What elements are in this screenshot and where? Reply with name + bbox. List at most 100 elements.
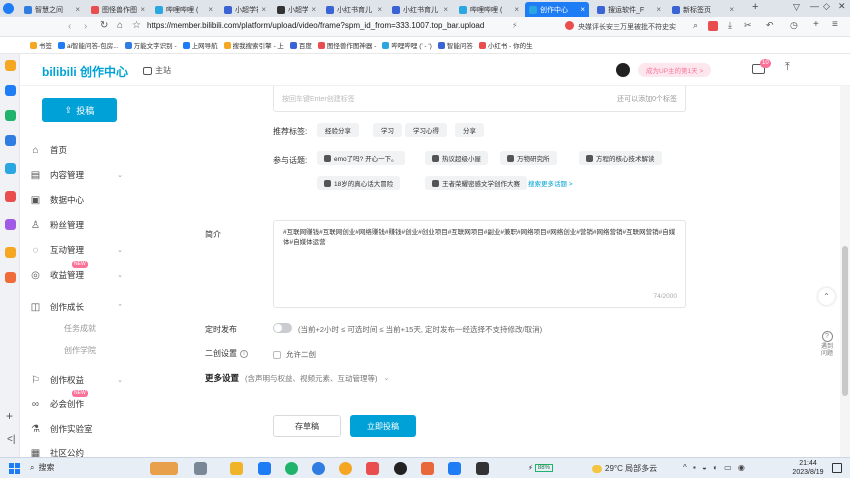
forward-icon[interactable]: › <box>84 21 87 32</box>
promo-pill[interactable]: 成为UP主的第1天 > <box>638 63 712 77</box>
save-draft-button[interactable]: 存草稿 <box>273 415 341 437</box>
sidebar-item[interactable]: ♙ 粉丝管理 <box>30 216 135 234</box>
browser-tab[interactable]: 哔哩哔哩 (× <box>455 2 523 17</box>
schedule-toggle[interactable] <box>273 323 292 333</box>
sidebar-subitem[interactable]: 任务成就 <box>64 323 96 334</box>
bookmark-item[interactable]: 搜我搜索引擎 - 上 <box>223 40 284 50</box>
more-settings-toggle[interactable]: 更多设置 (含声明与权益、视频元素、互动管理等) ⌄ <box>205 372 389 384</box>
sidebar-item[interactable]: ◌ 互动管理 ⌄ <box>30 241 135 259</box>
topic-chip[interactable]: 热议超级小屋 <box>425 151 488 165</box>
taskbar-app-icon[interactable] <box>339 462 352 475</box>
windows-start-icon[interactable] <box>9 463 20 474</box>
taskbar-app-icon[interactable] <box>476 462 489 475</box>
search-engine-icon[interactable] <box>565 21 574 30</box>
browser-logo-icon[interactable] <box>3 3 14 14</box>
maximize-button[interactable]: ◇ <box>823 1 830 12</box>
bookmark-item[interactable]: 百度 <box>289 40 312 50</box>
sidebar-item[interactable]: ⚐ 创作权益 ⌄ <box>30 371 135 389</box>
sidebar-item[interactable]: ⚗ 创作实验室 <box>30 420 135 438</box>
task-view-icon[interactable] <box>194 462 207 475</box>
browser-tab[interactable]: 智慧之间 × <box>20 2 84 17</box>
taskbar-app-icon[interactable] <box>421 462 434 475</box>
rail-add-icon[interactable]: + <box>6 409 13 423</box>
tab-close-icon[interactable]: × <box>75 5 80 14</box>
sidebar-item[interactable]: ∞ 必会创作 NEW <box>30 390 135 413</box>
bookmark-item[interactable]: 上网导航 <box>182 40 218 50</box>
home-browser-icon[interactable]: ⌂ <box>117 20 123 31</box>
bookmark-item[interactable]: 小红书 - 你的生 <box>478 40 533 50</box>
undo-icon[interactable]: ↶ <box>766 20 774 31</box>
history-icon[interactable]: ◷ <box>790 20 798 31</box>
taskbar-app-icon[interactable] <box>258 462 271 475</box>
browser-tab[interactable]: 小红书育儿 × <box>322 2 386 17</box>
battery-indicator[interactable]: ⚡ 88% <box>528 464 553 472</box>
browser-tab[interactable]: 新标签页 × <box>668 2 738 17</box>
url-field[interactable]: https://member.bilibili.com/platform/upl… <box>147 21 507 30</box>
rail-app-icon[interactable] <box>5 110 16 121</box>
sidebar-item[interactable]: ◫ 创作成长 ⌃ <box>30 298 135 316</box>
user-avatar[interactable] <box>616 63 630 77</box>
main-site-link[interactable]: 主站 <box>143 65 171 76</box>
intro-textarea[interactable]: #互联网赚钱#互联网创业#网络赚钱#赚钱#创业#创业项目#互联网项目#副业#兼职… <box>273 220 686 308</box>
tab-close-icon[interactable]: × <box>514 5 519 14</box>
taskbar-app-icon[interactable] <box>150 462 178 475</box>
bookmark-item[interactable]: 图怪兽作图神器 - <box>317 40 376 50</box>
taskbar-app-icon[interactable] <box>394 462 407 475</box>
scrollbar-thumb[interactable] <box>842 246 848 396</box>
topic-chip[interactable]: 万物研究所 <box>500 151 557 165</box>
reload-icon[interactable]: ↻ <box>100 20 108 31</box>
tab-close-icon[interactable]: × <box>140 5 145 14</box>
tab-close-icon[interactable]: × <box>580 5 585 14</box>
sidebar-item[interactable]: ◎ 收益管理 NEW ⌄ <box>30 261 135 284</box>
tab-close-icon[interactable]: × <box>656 5 661 14</box>
topic-chip[interactable]: 王者荣耀密感文学创作大赛 <box>425 176 527 190</box>
rail-app-icon[interactable] <box>5 163 16 174</box>
rail-app-icon[interactable] <box>5 135 16 146</box>
tab-close-icon[interactable]: × <box>729 5 734 14</box>
taskbar-app-icon[interactable] <box>230 462 243 475</box>
topic-chip[interactable]: emo了吗? 开心一下。 <box>317 151 405 165</box>
browser-tab[interactable]: 小超学社_F× <box>220 2 270 17</box>
weather-widget[interactable]: 29°C 局部多云 <box>592 463 657 474</box>
more-topics-link[interactable]: 搜索更多话题 > <box>528 178 573 188</box>
extension-icon[interactable] <box>708 21 718 31</box>
taskbar-app-icon[interactable] <box>448 462 461 475</box>
page-scrollbar[interactable] <box>840 86 850 457</box>
upload-button[interactable]: ⇪ 投稿 <box>42 98 117 122</box>
browser-tab[interactable]: 哔哩哔哩 (× <box>151 2 217 17</box>
browser-tab[interactable]: 创作中心 × <box>525 2 589 17</box>
allow-second-creation-checkbox[interactable]: 允许二创 <box>273 349 316 360</box>
tab-close-icon[interactable]: × <box>261 5 266 14</box>
info-icon[interactable]: i <box>240 349 248 358</box>
bookmark-item[interactable]: 智能问答 <box>437 40 473 50</box>
hamburger-menu-icon[interactable]: ≡ <box>832 19 838 30</box>
browser-tab[interactable]: 小红书育儿 × <box>388 2 452 17</box>
bookmark-item[interactable]: 书签 <box>30 40 52 50</box>
tray-icons[interactable]: ^ ▪ ◒ ◐ ▭ ◉ <box>683 463 747 472</box>
sidebar-subitem[interactable]: 创作学院 <box>64 345 96 356</box>
tab-close-icon[interactable]: × <box>443 5 448 14</box>
address-search-field[interactable]: 央媒评长安三万里被批不符史实 <box>578 22 688 32</box>
taskbar-search[interactable]: ⌕ 搜索 <box>30 462 54 473</box>
sidebar-item[interactable]: ▤ 内容管理 ⌄ <box>30 166 135 184</box>
rail-app-icon[interactable] <box>5 272 16 283</box>
notification-icon[interactable] <box>832 463 842 473</box>
bookmark-item[interactable]: ai智能问答-包房... <box>58 40 119 50</box>
browser-tab[interactable]: 图怪兽作图：× <box>87 2 149 17</box>
search-icon[interactable]: ⌕ <box>693 20 698 31</box>
topic-chip[interactable]: 方程的核心技术解读 <box>579 151 662 165</box>
window-menu-icon[interactable]: ▽ <box>793 2 800 13</box>
sidebar-item[interactable]: ⌂ 首页 <box>30 141 135 159</box>
topic-chip[interactable]: 18岁的真心话大冒险 <box>317 176 401 190</box>
submit-button[interactable]: 立即投稿 <box>350 415 416 437</box>
new-tab-button[interactable]: + <box>752 1 758 13</box>
back-to-top-button[interactable]: ⌃ <box>818 288 835 305</box>
plus-menu-icon[interactable]: + <box>813 19 819 30</box>
clock[interactable]: 21:44 2023/8/19 <box>788 459 828 477</box>
sidebar-item[interactable]: ▣ 数据中心 <box>30 191 135 209</box>
star-icon[interactable]: ☆ <box>132 20 141 31</box>
tab-close-icon[interactable]: × <box>377 5 382 14</box>
rail-app-icon[interactable] <box>5 219 16 230</box>
browser-tab[interactable]: 搜运软件_F × <box>593 2 665 17</box>
back-icon[interactable]: ‹ <box>68 21 71 32</box>
